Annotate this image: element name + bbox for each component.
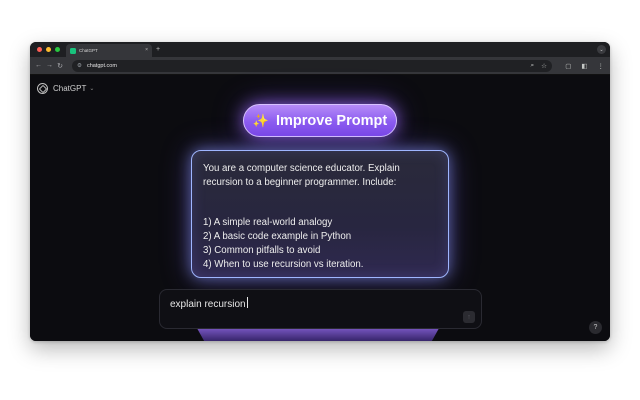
chevron-down-icon: ⌄ bbox=[89, 86, 95, 92]
new-tab-button[interactable]: + bbox=[156, 44, 160, 55]
improve-prompt-button[interactable]: ✨ Improve Prompt bbox=[243, 104, 397, 137]
improve-prompt-label: Improve Prompt bbox=[276, 112, 388, 129]
back-icon[interactable]: ← bbox=[35, 62, 42, 69]
tab-title: ChatGPT bbox=[79, 48, 98, 53]
prompt-list-item: 1) A simple real-world analogy bbox=[203, 217, 333, 229]
prompt-spacer bbox=[203, 189, 437, 216]
message-input-text[interactable]: explain recursion bbox=[170, 299, 246, 310]
sparkles-icon: ✨ bbox=[252, 112, 269, 128]
maximize-window-button[interactable] bbox=[55, 47, 60, 52]
browser-toolbar: ← → ↻ ⚙ chatgpt.com ⌕ ☆ ▢ ◧ ⋮ bbox=[30, 57, 610, 75]
prompt-list-item: 3) Common pitfalls to avoid bbox=[203, 244, 321, 256]
address-bar[interactable]: ⚙ chatgpt.com ⌕ ☆ bbox=[72, 60, 552, 72]
more-menu-icon[interactable]: ⋮ bbox=[598, 62, 605, 70]
text-cursor bbox=[246, 297, 248, 308]
forward-icon[interactable]: → bbox=[46, 62, 53, 69]
prompt-intro-line: recursion to a beginner programmer. Incl… bbox=[203, 176, 397, 188]
app-name: ChatGPT bbox=[53, 84, 87, 93]
send-button[interactable]: ↑ bbox=[463, 311, 475, 323]
tab-search-button[interactable]: ⌄ bbox=[597, 45, 606, 54]
site-settings-icon[interactable]: ⚙ bbox=[77, 63, 82, 69]
chatgpt-favicon-icon bbox=[70, 47, 76, 54]
openai-logo-icon bbox=[37, 83, 48, 94]
arrow-up-icon: ↑ bbox=[467, 313, 471, 321]
bookmark-star-icon[interactable]: ☆ bbox=[541, 62, 547, 70]
help-button[interactable]: ? bbox=[589, 321, 602, 334]
tab-close-icon[interactable]: × bbox=[145, 48, 148, 53]
extensions-icon[interactable]: ▢ bbox=[565, 62, 571, 70]
prompt-intro-line: You are a computer science educator. Exp… bbox=[203, 163, 400, 174]
tab-strip: ChatGPT × + ⌄ bbox=[30, 42, 610, 57]
chat-page: ChatGPT ⌄ ✨ Improve Prompt You are a com… bbox=[30, 75, 610, 341]
minimize-window-button[interactable] bbox=[46, 47, 51, 52]
reload-icon[interactable]: ↻ bbox=[57, 62, 63, 70]
model-selector[interactable]: ChatGPT ⌄ bbox=[37, 83, 94, 94]
message-input[interactable]: explain recursion ↑ bbox=[159, 289, 482, 329]
browser-window: ChatGPT × + ⌄ ← → ↻ ⚙ chatgpt.com ⌕ ☆ ▢ … bbox=[30, 42, 610, 341]
browser-tab[interactable]: ChatGPT × bbox=[66, 44, 152, 57]
url-text[interactable]: chatgpt.com bbox=[87, 63, 524, 69]
window-controls bbox=[37, 47, 60, 52]
improved-prompt-card: You are a computer science educator. Exp… bbox=[191, 150, 449, 278]
zoom-icon[interactable]: ⌕ bbox=[531, 62, 535, 70]
chevron-down-icon: ⌄ bbox=[599, 46, 604, 53]
close-window-button[interactable] bbox=[37, 47, 42, 52]
side-panel-icon[interactable]: ◧ bbox=[581, 62, 587, 70]
prompt-list-item: 4) When to use recursion vs iteration. bbox=[203, 258, 364, 270]
toolbar-actions: ▢ ◧ ⋮ bbox=[565, 60, 604, 72]
prompt-list-item: 2) A basic code example in Python bbox=[203, 231, 352, 243]
